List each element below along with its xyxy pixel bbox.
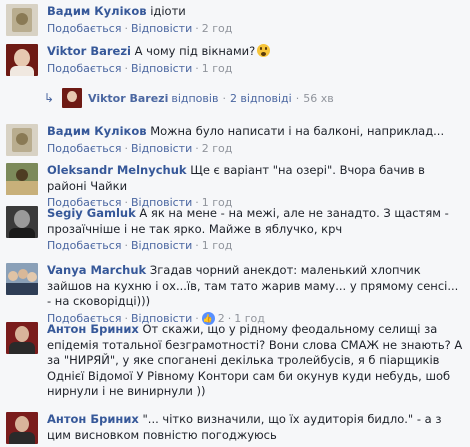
comment-text: А чому під вікнами? xyxy=(134,44,256,58)
comment-author[interactable]: Oleksandr Melnychuk xyxy=(47,163,187,177)
comment: Viktor Barezi А чому під вікнами? Подоба… xyxy=(6,44,466,77)
surprised-emoji-icon xyxy=(257,44,271,57)
reply-author[interactable]: Viktor Barezi xyxy=(88,92,168,105)
avatar xyxy=(62,88,82,108)
reply-label[interactable]: відповів xyxy=(171,92,218,105)
like-link[interactable]: Подобається xyxy=(47,142,121,155)
comment-thread: Вадим Куліков ідіоти Подобається · Відпові… xyxy=(0,0,470,447)
reply-link[interactable]: Відповісти xyxy=(131,142,192,155)
avatar[interactable] xyxy=(6,124,38,156)
comment: Антон Бриних От скажи, що у рідному феод… xyxy=(6,322,466,400)
comment-actions: Подобається · Відповісти · 1 год xyxy=(47,61,233,75)
like-link[interactable]: Подобається xyxy=(47,22,121,35)
reply-link[interactable]: Відповісти xyxy=(131,239,192,252)
like-link[interactable]: Подобається xyxy=(47,239,121,252)
comment-text: ідіоти xyxy=(150,4,186,18)
comment-author[interactable]: Vanya Marchuk xyxy=(47,263,146,277)
avatar[interactable] xyxy=(6,163,38,195)
avatar[interactable] xyxy=(6,4,38,36)
avatar[interactable] xyxy=(6,206,38,238)
comment-author[interactable]: Антон Бриних xyxy=(47,322,139,336)
reply-link[interactable]: Відповісти xyxy=(131,62,192,75)
comment: Segiy Gamluk А як на мене - на межі, але… xyxy=(6,206,466,254)
like-link[interactable]: Подобається xyxy=(47,62,121,75)
comment-actions: Подобається · Відповісти · 1 год xyxy=(47,239,233,252)
replies-summary[interactable]: ↳ Viktor Barezi відповів · 2 відповіді ·… xyxy=(44,88,334,108)
reply-time: 56 хв xyxy=(303,91,334,105)
comment: Vanya Marchuk Згадав чорний анекдот: мал… xyxy=(6,263,466,327)
comment-time[interactable]: 2 год xyxy=(202,142,233,155)
comment: Антон Бриних "... чітко визначили, що їх… xyxy=(6,412,466,444)
comment: Вадим Куліков ідіоти Подобається · Відпові… xyxy=(6,4,466,37)
comment-author[interactable]: Антон Бриних xyxy=(47,412,139,426)
comment-actions: Подобається · Відповісти · 2 год xyxy=(47,141,233,155)
comment-time[interactable]: 2 год xyxy=(202,22,233,35)
comment-text: Можна було написати і на балконі, наприк… xyxy=(150,124,445,138)
reply-link[interactable]: Відповісти xyxy=(131,22,192,35)
comment-time[interactable]: 1 год xyxy=(202,62,233,75)
comment-time[interactable]: 1 год xyxy=(202,239,233,252)
avatar[interactable] xyxy=(6,44,38,76)
reply-arrow-icon: ↳ xyxy=(44,91,55,105)
comment-author[interactable]: Вадим Куліков xyxy=(47,4,147,18)
avatar[interactable] xyxy=(6,412,38,444)
comment-author[interactable]: Вадим Куліков xyxy=(47,124,147,138)
avatar[interactable] xyxy=(6,322,38,354)
comment-author[interactable]: Segiy Gamluk xyxy=(47,206,136,220)
comment: Вадим Куліков Можна було написати і на б… xyxy=(6,124,466,157)
comment: Oleksandr Melnychuk Ще є варіант "на озе… xyxy=(6,163,466,211)
comment-author[interactable]: Viktor Barezi xyxy=(47,44,131,58)
avatar[interactable] xyxy=(6,263,38,295)
comment-actions: Подобається · Відповісти · 2 год xyxy=(47,21,233,35)
reply-count[interactable]: 2 відповіді xyxy=(230,92,292,105)
